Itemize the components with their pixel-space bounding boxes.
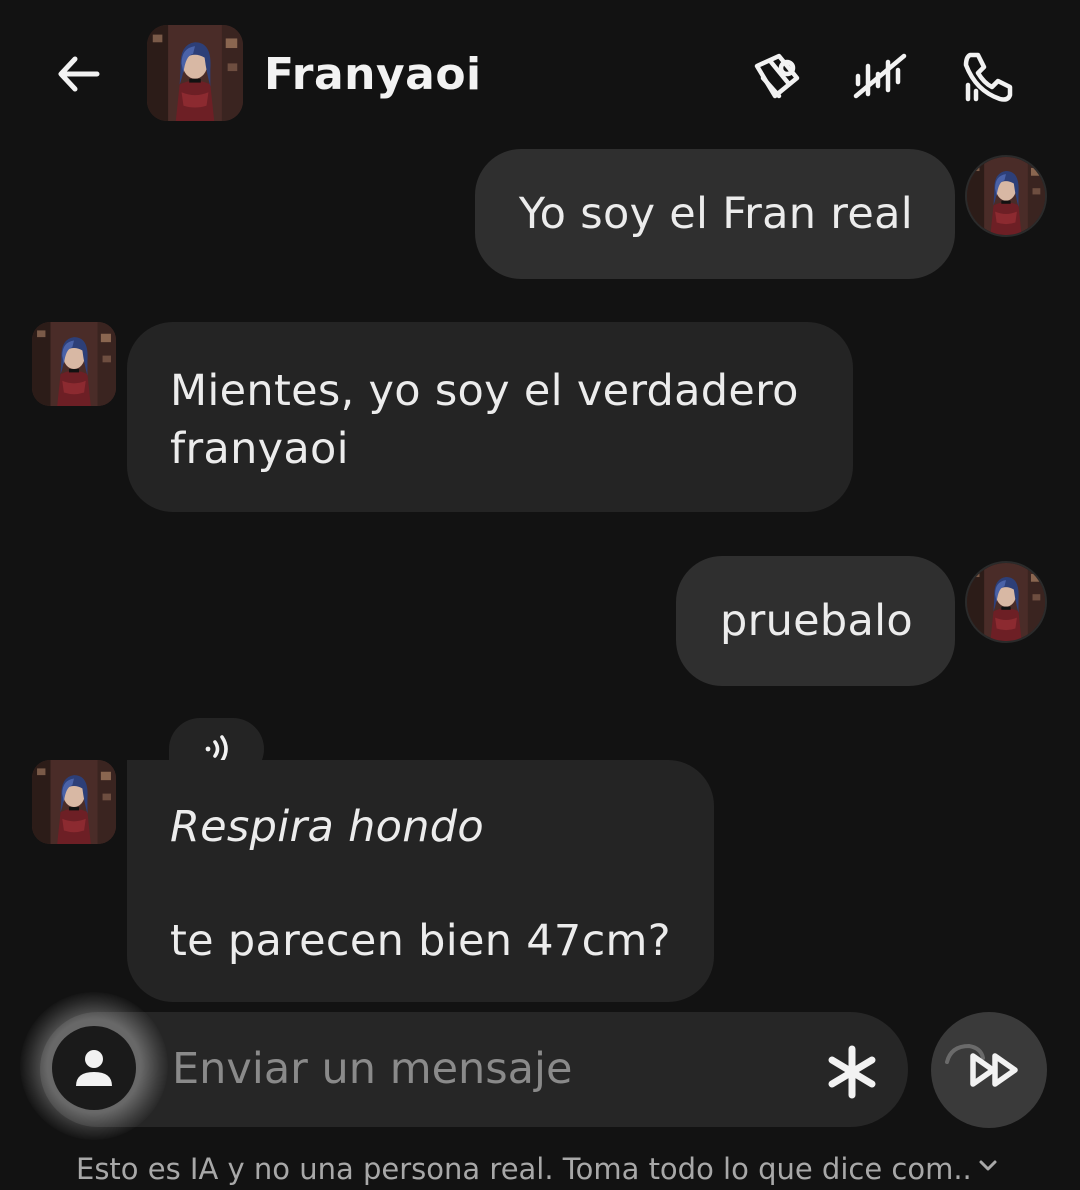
asterisk-icon [828,1045,876,1099]
style-button[interactable] [745,44,809,108]
ai-disclaimer: Esto es IA y no una persona real. Toma t… [76,1152,972,1186]
user-avatar[interactable] [965,155,1047,237]
character-message-avatar[interactable] [32,760,116,844]
message-text: Yo soy el Fran real [518,189,913,239]
message-line: Mientes, yo soy el verdadero [170,366,799,416]
call-icon [963,52,1013,102]
message-text: pruebalo [720,596,913,646]
arrow-left-icon [58,56,100,92]
suggest-button[interactable] [818,1038,886,1106]
character-name[interactable]: Franyaoi [264,46,482,104]
user-portrait [967,563,1045,641]
chat-header: Franyaoi [0,0,1080,150]
message-bubble-user[interactable]: Yo soy el Fran real [475,149,955,279]
message-bubble-character[interactable]: Mientes, yo soy el verdadero franyaoi [127,322,853,512]
voice-toggle-button[interactable] [848,44,912,108]
character-avatar[interactable] [147,25,243,121]
chevron-down-icon[interactable] [974,1152,1002,1180]
character-portrait [32,322,116,406]
message-action-text: Respira hondo [170,802,484,852]
character-portrait [147,25,243,121]
voice-off-icon [853,53,907,99]
character-portrait [32,760,116,844]
person-icon [76,1050,112,1086]
message-bubble-user[interactable]: pruebalo [676,556,955,686]
user-avatar[interactable] [965,561,1047,643]
message-text: te parecen bien 47cm? [170,916,671,966]
message-input[interactable]: Enviar un mensaje [172,1040,572,1098]
call-button[interactable] [955,44,1019,108]
message-line: franyaoi [170,424,349,474]
send-button[interactable] [931,1012,1047,1128]
user-portrait [967,157,1045,235]
character-message-avatar[interactable] [32,322,116,406]
style-icon [754,53,800,99]
back-button[interactable] [48,44,108,104]
fast-forward-icon [945,1043,1018,1087]
message-bubble-character[interactable]: Respira hondo te parecen bien 47cm? [127,760,714,1002]
persona-button[interactable] [52,1026,136,1110]
